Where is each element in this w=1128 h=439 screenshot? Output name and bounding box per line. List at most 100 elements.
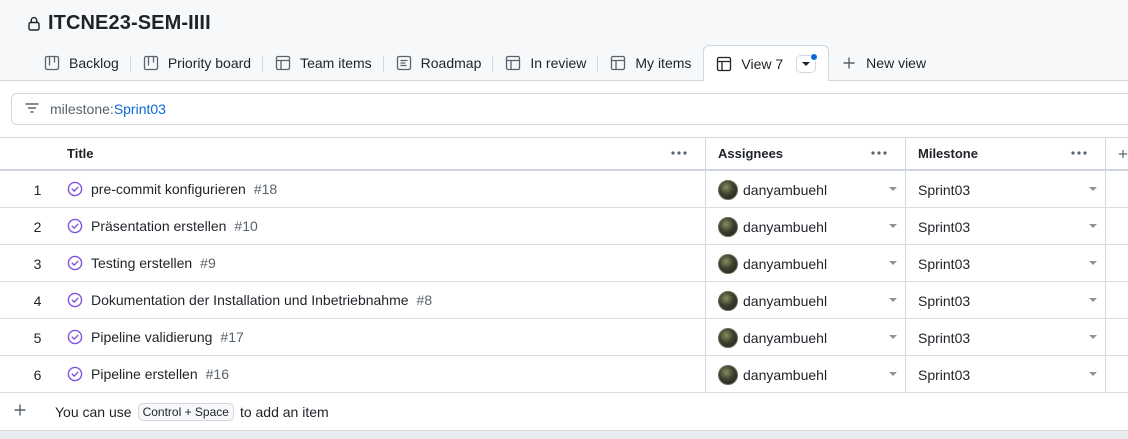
new-view-label: New view	[866, 55, 927, 71]
plus-icon	[1118, 149, 1128, 158]
board-icon	[44, 55, 60, 71]
table-row[interactable]: 5 Pipeline validierung #17 danyambuehl S…	[0, 319, 1128, 356]
tab-my-items[interactable]: My items	[598, 45, 703, 81]
new-view-button[interactable]: New view	[829, 45, 938, 81]
add-field-button[interactable]	[1118, 138, 1128, 169]
issue-number[interactable]: #9	[200, 255, 216, 271]
assignee-cell[interactable]: danyambuehl	[718, 254, 827, 274]
table-row[interactable]: 6 Pipeline erstellen #16 danyambuehl Spr…	[0, 356, 1128, 393]
issue-cell[interactable]: Dokumentation der Installation und Inbet…	[67, 292, 432, 308]
tab-label: Backlog	[69, 55, 119, 71]
issue-cell[interactable]: Testing erstellen #9	[67, 255, 216, 271]
issue-closed-icon	[67, 366, 83, 382]
issue-number[interactable]: #18	[254, 181, 277, 197]
chevron-down-icon[interactable]	[889, 372, 897, 376]
issue-title[interactable]: Testing erstellen	[91, 255, 192, 271]
column-menu-icon[interactable]	[869, 146, 889, 160]
avatar	[718, 254, 738, 274]
milestone-cell[interactable]: Sprint03	[918, 182, 970, 198]
milestone-cell[interactable]: Sprint03	[918, 367, 970, 383]
filter-icon	[24, 100, 40, 119]
table-row[interactable]: 4 Dokumentation der Installation und Inb…	[0, 282, 1128, 319]
issue-number[interactable]: #16	[206, 366, 229, 382]
row-number: 1	[33, 182, 42, 198]
issue-title[interactable]: Pipeline erstellen	[91, 366, 198, 382]
milestone-cell[interactable]: Sprint03	[918, 330, 970, 346]
assignee-name: danyambuehl	[743, 293, 828, 309]
assignee-cell[interactable]: danyambuehl	[718, 291, 827, 311]
tab-label: In review	[530, 55, 587, 71]
issue-number[interactable]: #8	[417, 292, 433, 308]
avatar	[718, 291, 738, 311]
column-header-assignees[interactable]: Assignees	[718, 138, 905, 169]
chevron-down-icon[interactable]	[889, 187, 897, 191]
milestone-cell[interactable]: Sprint03	[918, 256, 970, 272]
assignee-name: danyambuehl	[743, 256, 828, 272]
table-row[interactable]: 3 Testing erstellen #9 danyambuehl Sprin…	[0, 245, 1128, 282]
tab-label: Roadmap	[420, 55, 482, 71]
table-icon	[505, 55, 521, 71]
filter-key: milestone:	[50, 101, 114, 117]
issue-title[interactable]: pre-commit konfigurieren	[91, 181, 246, 197]
tab-in-review[interactable]: In review	[493, 45, 599, 81]
table-row[interactable]: 1 pre-commit konfigurieren #18 danyambue…	[0, 171, 1128, 208]
tab-roadmap[interactable]: Roadmap	[384, 45, 494, 81]
issue-closed-icon	[67, 218, 83, 234]
keyboard-shortcut: Control + Space	[137, 403, 234, 421]
add-item-row[interactable]: You can use Control + Space to add an it…	[0, 393, 1128, 430]
issue-closed-icon	[67, 292, 83, 308]
assignee-name: danyambuehl	[743, 367, 828, 383]
issue-cell[interactable]: Präsentation erstellen #10	[67, 218, 258, 234]
chevron-down-icon[interactable]	[889, 335, 897, 339]
assignee-cell[interactable]: danyambuehl	[718, 365, 827, 385]
assignee-cell[interactable]: danyambuehl	[718, 217, 827, 237]
filter-value: Sprint03	[113, 101, 166, 117]
plus-icon[interactable]	[12, 402, 28, 418]
board-icon	[143, 55, 159, 71]
tab-priority-board[interactable]: Priority board	[131, 45, 264, 81]
issue-title[interactable]: Präsentation erstellen	[91, 218, 226, 234]
tab-label: View 7	[741, 55, 784, 72]
chevron-down-icon[interactable]	[889, 261, 897, 265]
chevron-down-icon[interactable]	[1089, 187, 1097, 191]
issue-cell[interactable]: Pipeline validierung #17	[67, 329, 244, 345]
tab-view-7[interactable]: View 7	[703, 45, 830, 82]
items-table: Title Assignees Milestone 1 pre-commit k…	[0, 137, 1128, 430]
tab-backlog[interactable]: Backlog	[32, 45, 131, 81]
issue-number[interactable]: #10	[234, 218, 257, 234]
triangle-down-icon	[802, 61, 811, 66]
column-header-milestone[interactable]: Milestone	[918, 138, 1105, 169]
column-header-title[interactable]: Title	[67, 138, 705, 169]
chevron-down-icon[interactable]	[1089, 372, 1097, 376]
chevron-down-icon[interactable]	[1089, 261, 1097, 265]
tab-label: My items	[635, 55, 692, 71]
issue-number[interactable]: #17	[220, 329, 243, 345]
project-title[interactable]: ITCNE23-SEM-IIII	[48, 12, 211, 35]
column-menu-icon[interactable]	[1069, 146, 1089, 160]
chevron-down-icon[interactable]	[1089, 335, 1097, 339]
table-row[interactable]: 2 Präsentation erstellen #10 danyambuehl…	[0, 208, 1128, 245]
issue-title[interactable]: Dokumentation der Installation und Inbet…	[91, 292, 409, 308]
chevron-down-icon[interactable]	[1089, 224, 1097, 228]
chevron-down-icon[interactable]	[1089, 298, 1097, 302]
assignee-cell[interactable]: danyambuehl	[718, 180, 827, 200]
column-menu-icon[interactable]	[669, 146, 689, 160]
table-header: Title Assignees Milestone	[0, 138, 1128, 171]
avatar	[718, 365, 738, 385]
tab-team-items[interactable]: Team items	[263, 45, 384, 81]
issue-cell[interactable]: Pipeline erstellen #16	[67, 366, 229, 382]
assignee-cell[interactable]: danyambuehl	[718, 328, 827, 348]
add-item-hint[interactable]: You can use Control + Space to add an it…	[55, 403, 329, 421]
filter-input[interactable]: milestone:Sprint03	[11, 93, 1128, 125]
issue-cell[interactable]: pre-commit konfigurieren #18	[67, 181, 277, 197]
view-options-button[interactable]	[796, 52, 819, 73]
chevron-down-icon[interactable]	[889, 224, 897, 228]
table-icon	[716, 56, 732, 72]
view-tabs: Backlog Priority board Team items Roadma…	[32, 45, 938, 82]
issue-closed-icon	[67, 329, 83, 345]
issue-closed-icon	[67, 181, 83, 197]
chevron-down-icon[interactable]	[889, 298, 897, 302]
issue-title[interactable]: Pipeline validierung	[91, 329, 212, 345]
milestone-cell[interactable]: Sprint03	[918, 219, 970, 235]
milestone-cell[interactable]: Sprint03	[918, 293, 970, 309]
